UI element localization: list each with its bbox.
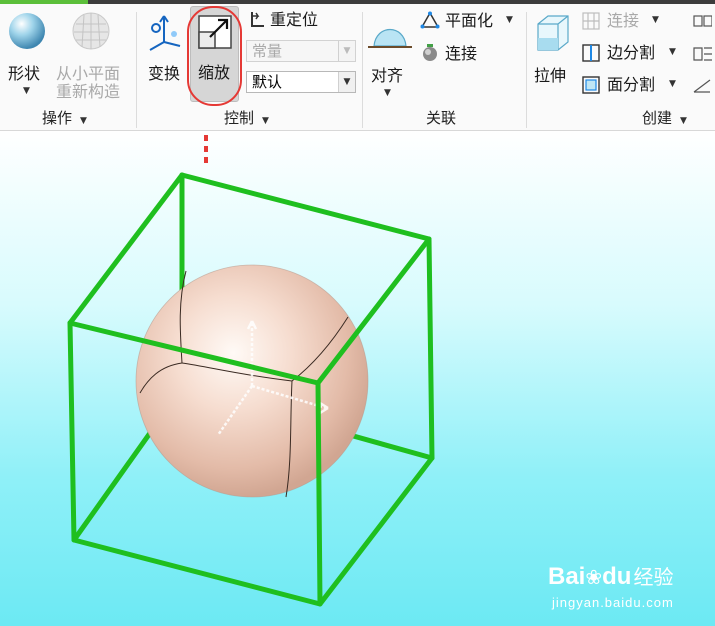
- model-scene: [67, 135, 435, 607]
- connect-label: 连接: [445, 44, 478, 63]
- ribbon-toolbar: 形状 ▼ 从小平面 重新构造 操作 ▼ 变换 缩放 重定位 常量 ▼ 默认 ▼ …: [0, 4, 715, 131]
- paw-icon: ❀: [585, 565, 603, 589]
- chevron-down-icon: ▼: [23, 86, 30, 96]
- associate-label: 关联: [426, 109, 457, 127]
- transform-label: 变换: [148, 64, 181, 83]
- highlight-ring: [187, 6, 242, 106]
- reposition-icon: [251, 12, 264, 27]
- watermark-logo: Bai❀du 经验: [548, 561, 673, 591]
- extrude-label: 拉伸: [534, 66, 567, 85]
- reposition-button[interactable]: 重定位: [248, 8, 334, 30]
- overflow-tool-icon[interactable]: [692, 46, 712, 62]
- operations-label: 操作: [42, 109, 73, 127]
- transform-button[interactable]: 变换: [142, 8, 186, 96]
- rebuild-from-facets-button[interactable]: 从小平面 重新构造: [54, 8, 130, 101]
- control-group-label[interactable]: 控制 ▼: [224, 108, 269, 127]
- group-divider: [526, 12, 527, 128]
- chevron-down-icon: ▼: [384, 88, 391, 98]
- watermark-brand-du: du: [602, 563, 632, 590]
- extrude-cube-icon: [537, 15, 569, 51]
- chevron-down-icon: ▼: [669, 79, 676, 89]
- chevron-down-icon: ▼: [77, 116, 87, 126]
- graphics-viewport[interactable]: Bai❀du 经验 jingyan.baidu.com: [0, 131, 715, 626]
- sphere-icon: [9, 13, 45, 49]
- edge-split-icon: [582, 44, 600, 62]
- constant-combo-value: 常量: [252, 42, 283, 60]
- constant-combo[interactable]: 常量 ▼: [246, 40, 356, 62]
- group-divider: [362, 12, 363, 128]
- shape-label: 形状: [8, 64, 41, 83]
- default-combo[interactable]: 默认 ▼: [246, 71, 356, 93]
- face-split-icon: [582, 76, 600, 94]
- create-connect-label: 连接: [607, 11, 640, 30]
- rebuild-label-line2: 重新构造: [56, 82, 121, 101]
- planarize-icon: [420, 11, 440, 29]
- create-label: 创建: [642, 109, 673, 127]
- chevron-down-icon: ▼: [506, 15, 513, 25]
- control-label: 控制: [224, 109, 255, 127]
- align-dome-icon: [368, 29, 412, 48]
- chevron-down-icon: ▼: [677, 116, 687, 126]
- rebuild-label-line1: 从小平面: [56, 64, 121, 83]
- face-split-button[interactable]: 面分割 ▼: [582, 74, 682, 96]
- watermark-brand-bai: Bai: [548, 563, 586, 590]
- group-divider: [136, 12, 137, 128]
- align-button[interactable]: 对齐 ▼: [366, 8, 412, 98]
- faceted-sphere-icon: [72, 12, 110, 50]
- edge-split-button[interactable]: 边分割 ▼: [582, 42, 682, 64]
- create-connect-button[interactable]: 连接 ▼: [582, 10, 668, 32]
- watermark-url: jingyan.baidu.com: [552, 595, 674, 610]
- reposition-label: 重定位: [270, 10, 319, 29]
- chevron-down-icon: ▼: [338, 72, 355, 92]
- shape-button[interactable]: 形状 ▼: [4, 8, 48, 96]
- chevron-down-icon: ▼: [338, 41, 355, 61]
- operations-group-label[interactable]: 操作 ▼: [42, 108, 87, 127]
- overflow-tool-icon[interactable]: [692, 14, 712, 30]
- planarize-button[interactable]: 平面化 ▼: [420, 10, 520, 32]
- overflow-tool-icon[interactable]: [692, 78, 712, 94]
- associate-group-label: 关联: [426, 108, 456, 127]
- create-group-label[interactable]: 创建 ▼: [642, 108, 687, 127]
- transform-axes-icon: [149, 15, 181, 51]
- chevron-down-icon: ▼: [652, 15, 659, 25]
- planarize-label: 平面化: [445, 11, 494, 30]
- chevron-down-icon: ▼: [669, 47, 676, 57]
- grid-connect-icon: [582, 12, 600, 30]
- edge-split-label: 边分割: [607, 43, 656, 62]
- default-combo-value: 默认: [252, 73, 283, 91]
- connect-icon: [423, 44, 437, 61]
- extrude-button[interactable]: 拉伸: [530, 8, 574, 96]
- face-split-label: 面分割: [607, 75, 656, 94]
- connect-button[interactable]: 连接: [420, 42, 490, 64]
- align-label: 对齐: [371, 66, 404, 85]
- chevron-down-icon: ▼: [259, 116, 269, 126]
- watermark-experience: 经验: [633, 565, 674, 589]
